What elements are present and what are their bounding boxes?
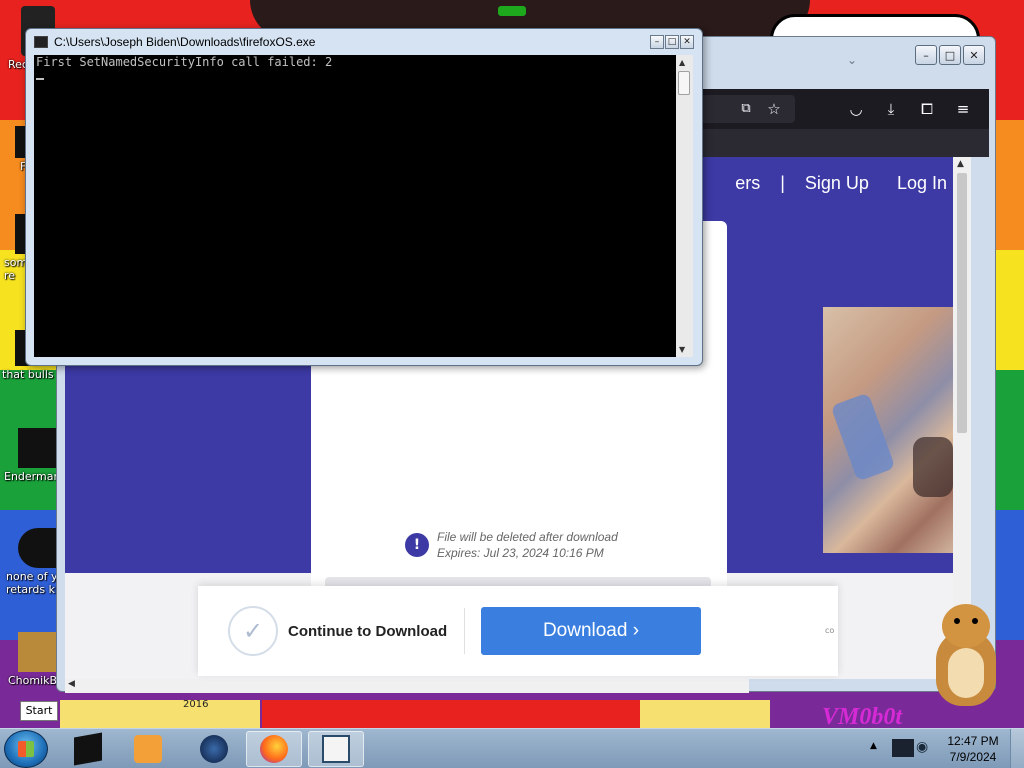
maximize-button[interactable]: □ bbox=[665, 35, 679, 49]
clock-date: 7/9/2024 bbox=[949, 750, 997, 764]
scroll-up-icon[interactable]: ▲ bbox=[679, 58, 685, 67]
app-icon bbox=[18, 528, 58, 568]
wallpaper-eye bbox=[498, 6, 526, 16]
console-title: C:\Users\Joseph Biden\Downloads\firefoxO… bbox=[54, 35, 316, 49]
download-bar: ✓ Continue to Download Download › co bbox=[198, 586, 838, 676]
download-button-label: Download bbox=[542, 620, 628, 641]
download-button[interactable]: Download › bbox=[481, 607, 701, 655]
close-button[interactable]: ✕ bbox=[963, 45, 985, 65]
notice-line-1: File will be deleted after download bbox=[437, 530, 618, 544]
minimize-button[interactable]: – bbox=[650, 35, 664, 49]
console-title-buttons: – □ ✕ bbox=[650, 35, 694, 49]
windows-logo-icon bbox=[18, 741, 34, 757]
scrollbar-thumb[interactable] bbox=[678, 71, 690, 95]
reader-view-icon[interactable]: ⧉ bbox=[735, 99, 757, 119]
site-nav: ers | Sign Up Log In bbox=[735, 173, 947, 194]
notice-line-2: Expires: Jul 23, 2024 10:16 PM bbox=[437, 546, 604, 560]
console-window[interactable]: C:\Users\Joseph Biden\Downloads\firefoxO… bbox=[25, 28, 703, 366]
clock-time: 12:47 PM bbox=[947, 734, 999, 748]
minimize-button[interactable]: – bbox=[915, 45, 937, 65]
console-app-icon bbox=[34, 36, 48, 48]
taskbar: ▲ ◉ 12:47 PM 7/9/2024 bbox=[0, 728, 1024, 768]
taskbar-media-player-app[interactable] bbox=[120, 731, 176, 767]
hamster-eye bbox=[972, 618, 978, 624]
page-horizontal-scrollbar[interactable]: ◀ bbox=[65, 679, 749, 693]
taskbar-firefox-app[interactable] bbox=[246, 731, 302, 767]
network-icon[interactable] bbox=[892, 739, 914, 757]
media-player-icon bbox=[134, 735, 162, 763]
firefox-title-buttons: – □ ✕ bbox=[915, 45, 985, 65]
console-titlebar[interactable]: C:\Users\Joseph Biden\Downloads\firefoxO… bbox=[34, 35, 315, 49]
wallpaper-year-text: 2016 bbox=[183, 699, 209, 710]
download-bar-small-text: co bbox=[825, 626, 835, 635]
nav-separator: | bbox=[780, 173, 785, 193]
taskbar-terminal-app[interactable] bbox=[60, 731, 116, 767]
desktop-icon-label: that bulls bbox=[2, 368, 54, 381]
list-all-tabs-icon[interactable]: ⌄ bbox=[847, 53, 857, 67]
alert-icon: ! bbox=[405, 533, 429, 557]
pocket-icon[interactable]: ◡ bbox=[845, 99, 867, 119]
scroll-left-icon[interactable]: ◀ bbox=[68, 679, 75, 689]
menu-icon[interactable]: ≡ bbox=[952, 99, 974, 119]
globe-icon bbox=[200, 735, 228, 763]
hamster-pet[interactable] bbox=[924, 602, 1008, 706]
desktop-icon-chomikb[interactable]: ChomikB bbox=[0, 632, 64, 687]
scroll-down-icon[interactable]: ▼ bbox=[679, 345, 685, 354]
hamster-eye bbox=[954, 618, 960, 624]
console-output[interactable]: First SetNamedSecurityInfo call failed: … bbox=[34, 55, 676, 357]
taskbar-browser-app[interactable] bbox=[186, 731, 242, 767]
ad-photo[interactable] bbox=[823, 307, 971, 553]
divider bbox=[464, 608, 465, 654]
photo-detail bbox=[830, 392, 896, 482]
firefox-icon bbox=[260, 735, 288, 763]
close-button[interactable]: ✕ bbox=[680, 35, 694, 49]
bookmark-star-icon[interactable]: ☆ bbox=[763, 99, 785, 119]
extensions-icon[interactable]: ⧠ bbox=[916, 99, 938, 119]
system-tray: ▲ ◉ 12:47 PM 7/9/2024 bbox=[862, 729, 1024, 768]
downloads-icon[interactable]: ⤓ bbox=[880, 99, 902, 119]
desktop-icon-none-of-y[interactable]: none of y retards kn bbox=[0, 528, 64, 596]
hamster-app-icon bbox=[18, 632, 58, 672]
continue-to-download-label: Continue to Download bbox=[288, 623, 448, 640]
sign-up-link[interactable]: Sign Up bbox=[805, 173, 869, 194]
desktop-icon-label: ChomikB bbox=[8, 674, 58, 687]
hamster-belly bbox=[948, 648, 984, 698]
desktop-icon-enderman[interactable]: Enderman bbox=[0, 428, 64, 483]
hamster-head bbox=[942, 604, 990, 648]
wallpaper-bottom-left bbox=[60, 700, 260, 730]
start-button[interactable] bbox=[4, 730, 48, 768]
console-cursor bbox=[36, 78, 44, 80]
volume-icon[interactable]: ◉ bbox=[916, 739, 928, 755]
chevron-right-icon: › bbox=[632, 620, 640, 641]
delete-notice: ! File will be deleted after download Ex… bbox=[405, 529, 618, 561]
nav-partial-link[interactable]: ers bbox=[735, 173, 760, 194]
app-icon bbox=[18, 428, 58, 468]
maximize-button[interactable]: □ bbox=[939, 45, 961, 65]
scrollbar-thumb[interactable] bbox=[957, 173, 967, 433]
terminal-icon bbox=[74, 732, 102, 766]
page-vertical-scrollbar[interactable]: ▲ bbox=[953, 157, 971, 679]
start-tooltip: Start bbox=[20, 701, 58, 721]
wallpaper-bottom-right bbox=[640, 700, 770, 730]
wallpaper-vm-text: VM0b0t bbox=[822, 704, 903, 730]
scroll-up-icon[interactable]: ▲ bbox=[957, 159, 964, 169]
url-bar[interactable]: ⧉ ☆ bbox=[695, 95, 795, 123]
console-line: First SetNamedSecurityInfo call failed: … bbox=[36, 55, 333, 69]
console-scrollbar[interactable]: ▲ ▼ bbox=[676, 55, 693, 357]
clock[interactable]: 12:47 PM 7/9/2024 bbox=[938, 733, 1008, 765]
show-hidden-icons-icon[interactable]: ▲ bbox=[870, 741, 877, 751]
show-desktop-button[interactable] bbox=[1010, 729, 1024, 768]
desktop-icon-label: none of y retards kn bbox=[6, 570, 62, 596]
desktop-icon-label: Enderman bbox=[4, 470, 61, 483]
photo-detail bbox=[913, 437, 953, 497]
taskbar-console-app[interactable] bbox=[308, 731, 364, 767]
log-in-link[interactable]: Log In bbox=[897, 173, 947, 194]
console-window-icon bbox=[322, 735, 350, 763]
checkmark-icon: ✓ bbox=[228, 606, 278, 656]
